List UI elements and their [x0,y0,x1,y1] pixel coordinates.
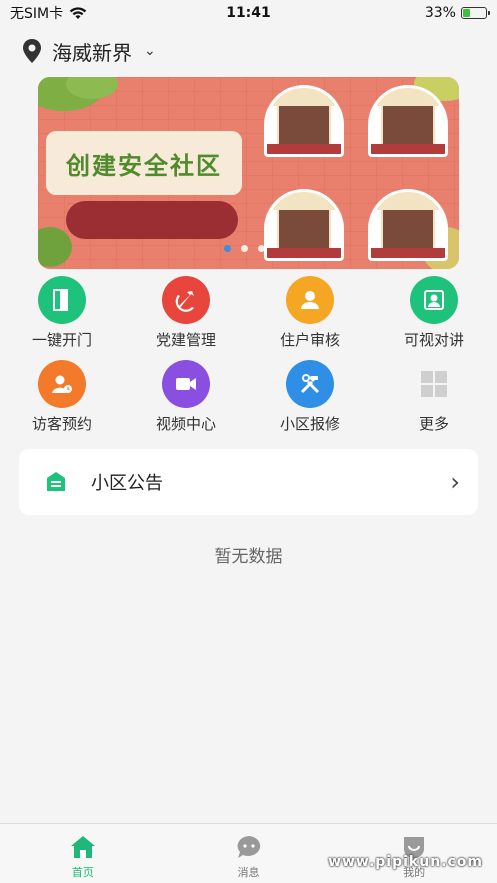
notice-card[interactable]: 小区公告 › [19,449,478,515]
location-title: 海威新界 [52,40,132,65]
grid-label: 住户审核 [279,331,340,349]
grid-item-visitor-booking[interactable]: 访客预约 [0,360,124,444]
tab-messages[interactable]: 消息 [166,824,332,883]
grid-item-open-door[interactable]: 一键开门 [0,276,124,360]
grid-label: 小区报修 [279,415,340,433]
video-camera-icon [162,360,210,408]
grid-label: 一键开门 [31,331,92,349]
wifi-icon [69,6,87,19]
window-illustration [264,189,344,261]
tab-home[interactable]: 首页 [0,824,166,883]
clock: 11:41 [226,5,271,21]
chevron-right-icon: › [450,468,460,496]
grid-label: 视频中心 [155,415,216,433]
video-intercom-icon [410,276,458,324]
carousel-dot[interactable] [241,245,248,252]
message-icon [235,834,263,860]
battery-icon [460,7,490,19]
banner-title: 创建安全社区 [66,151,222,180]
party-emblem-icon [162,276,210,324]
empty-state: 暂无数据 [214,547,283,567]
grid-label: 可视对讲 [403,331,464,349]
status-bar: 无SIM卡 11:41 33% [0,0,497,26]
grid-label: 更多 [418,415,449,433]
battery-fill [462,9,471,17]
visitor-icon [38,360,86,408]
door-icon [38,276,86,324]
function-grid: 一键开门 党建管理 住户审核 可视对讲 访客预约 视频中心 小区报修 更多 [0,276,497,444]
banner-carousel[interactable]: 创建安全社区 [38,77,459,269]
carousel-dot[interactable] [224,245,231,252]
banner-pill [66,201,238,239]
banner-title-card: 创建安全社区 [46,131,242,195]
grid-label: 访客预约 [31,415,92,433]
tab-label: 消息 [237,866,260,879]
carousel-dot[interactable] [258,245,265,252]
more-grid-icon [410,360,458,408]
window-illustration [368,189,448,261]
grid-item-video-intercom[interactable]: 可视对讲 [372,276,496,360]
window-illustration [264,85,344,157]
notice-icon [47,472,65,491]
carrier-label: 无SIM卡 [10,6,64,22]
grid-item-party-management[interactable]: 党建管理 [124,276,248,360]
watermark-text: www.pipikun.com [328,854,483,870]
carousel-indicator [224,245,265,252]
battery-percent: 33% [424,5,456,21]
repair-tools-icon [286,360,334,408]
window-illustration [368,85,448,157]
grid-item-more[interactable]: 更多 [372,360,496,444]
tab-bar: 首页 消息 我的 [0,823,497,883]
home-icon [69,834,97,860]
location-selector[interactable]: 海威新界 ⌄ [22,34,156,68]
chevron-down-icon: ⌄ [144,43,156,59]
grid-item-video-center[interactable]: 视频中心 [124,360,248,444]
tab-label: 首页 [71,866,94,879]
grid-item-resident-review[interactable]: 住户审核 [248,276,372,360]
notice-label: 小区公告 [91,473,163,494]
resident-icon [286,276,334,324]
location-pin-icon [23,39,41,63]
grid-item-repair[interactable]: 小区报修 [248,360,372,444]
grid-label: 党建管理 [155,331,216,349]
